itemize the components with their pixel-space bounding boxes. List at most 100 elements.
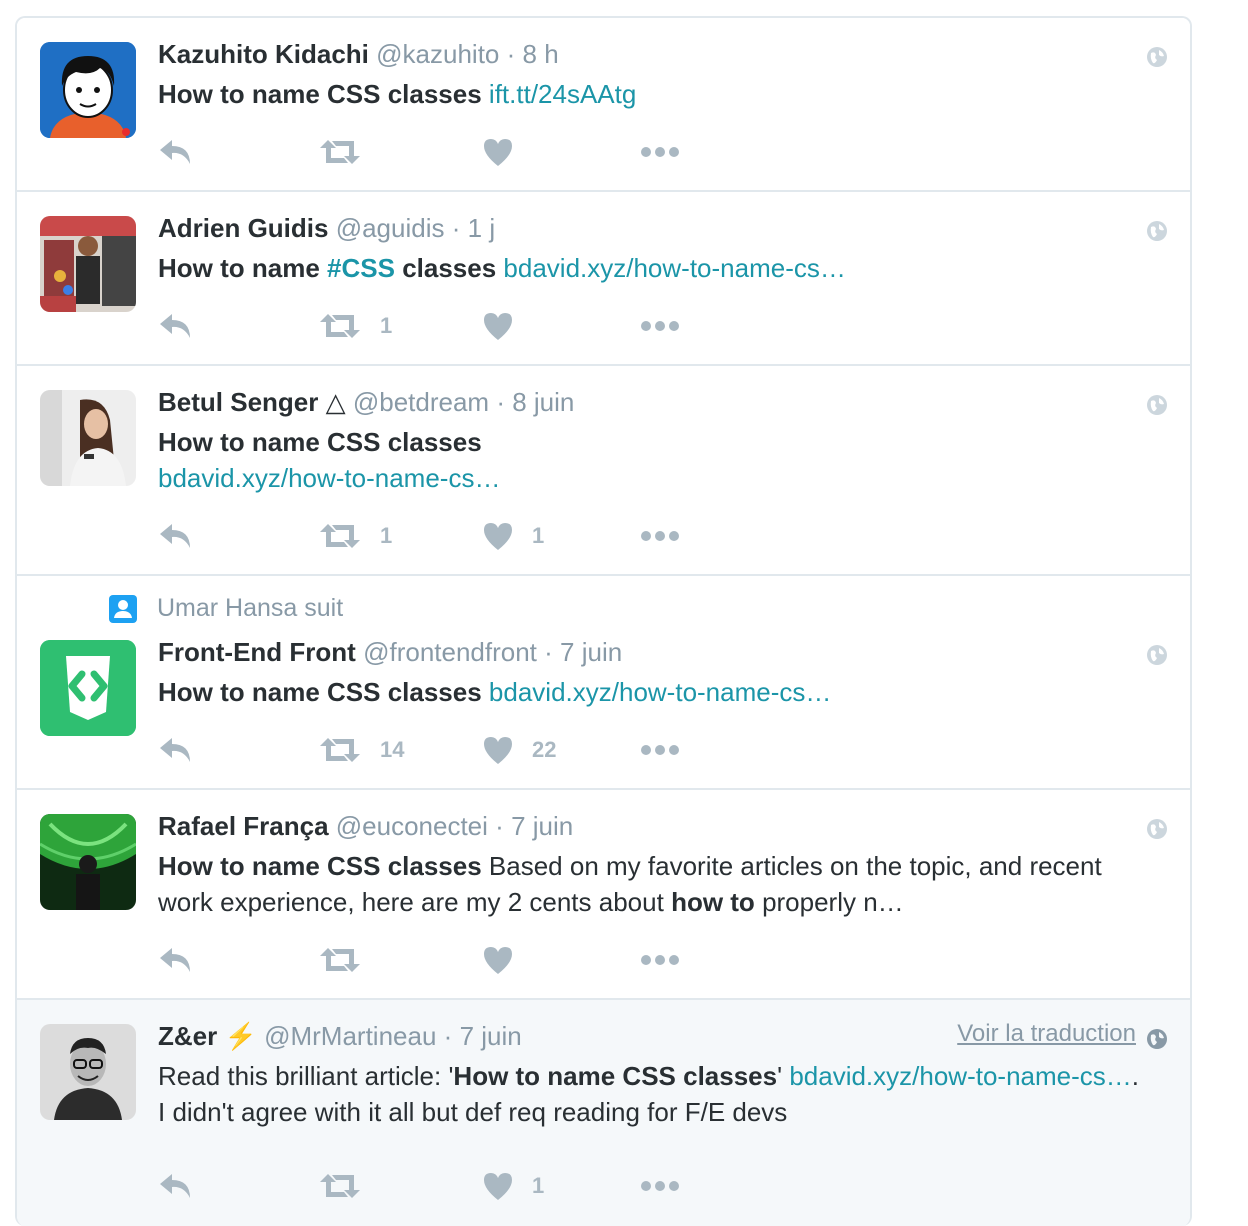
tweet-link[interactable]: bdavid.xyz/how-to-name-cs… xyxy=(503,253,845,283)
reply-icon xyxy=(160,314,190,338)
more-icon xyxy=(641,147,679,157)
like-count: 22 xyxy=(532,737,557,762)
heart-icon xyxy=(484,313,512,340)
tweet-text: How to name #CSS classes bdavid.xyz/how-… xyxy=(158,250,1148,286)
avatar[interactable] xyxy=(40,814,136,910)
retweet-button[interactable]: 1 xyxy=(318,306,392,346)
globe-icon xyxy=(1147,221,1167,241)
more-icon xyxy=(641,531,679,541)
heart-icon xyxy=(484,947,512,974)
timeline: Kazuhito Kidachi @kazuhito · 8 h How to … xyxy=(15,16,1192,1226)
retweet-count: 14 xyxy=(380,737,405,762)
timestamp[interactable]: 8 h xyxy=(523,39,559,69)
avatar[interactable] xyxy=(40,216,136,312)
reply-button[interactable] xyxy=(158,730,194,770)
handle[interactable]: @frontendfront xyxy=(363,637,537,667)
tweet-link[interactable]: bdavid.xyz/how-to-name-cs… xyxy=(158,463,500,493)
display-name[interactable]: Kazuhito Kidachi xyxy=(158,39,369,69)
retweet-button[interactable] xyxy=(318,1166,362,1206)
tweet-text-bold: How to name CSS classes xyxy=(158,79,482,109)
tweet[interactable]: Adrien Guidis @aguidis · 1 j How to name… xyxy=(17,192,1190,366)
retweet-icon xyxy=(320,948,360,972)
more-icon xyxy=(641,955,679,965)
more-button[interactable] xyxy=(640,730,680,770)
timestamp[interactable]: 7 juin xyxy=(511,811,573,841)
translate-link[interactable]: Voir la traduction xyxy=(957,1020,1136,1048)
tweet-text-bold: How to name CSS classes xyxy=(158,851,482,881)
avatar[interactable] xyxy=(40,390,136,486)
tweet[interactable]: Kazuhito Kidachi @kazuhito · 8 h How to … xyxy=(17,18,1190,192)
handle[interactable]: @aguidis xyxy=(336,213,445,243)
handle[interactable]: @MrMartineau xyxy=(264,1021,436,1051)
timestamp[interactable]: 7 juin xyxy=(560,637,622,667)
more-icon xyxy=(641,1181,679,1191)
tweet-text-bold: How to name CSS classes xyxy=(453,1061,778,1091)
handle[interactable]: @euconectei xyxy=(336,811,488,841)
tweet-text: How to name CSS classes ift.tt/24sAAtg xyxy=(158,76,1148,112)
more-button[interactable] xyxy=(640,132,680,172)
tweet[interactable]: Betul Senger △ @betdream · 8 juin How to… xyxy=(17,366,1190,576)
heart-icon xyxy=(484,139,512,166)
handle[interactable]: @betdream xyxy=(353,387,489,417)
tweet-link[interactable]: bdavid.xyz/how-to-name-cs… xyxy=(489,677,831,707)
timestamp[interactable]: 8 juin xyxy=(512,387,574,417)
retweet-icon xyxy=(320,524,360,548)
display-name[interactable]: Adrien Guidis xyxy=(158,213,328,243)
timestamp[interactable]: 7 juin xyxy=(460,1021,522,1051)
tweet-text-bold: How to name xyxy=(158,253,320,283)
handle[interactable]: @kazuhito xyxy=(376,39,499,69)
tweet-link[interactable]: ift.tt/24sAAtg xyxy=(489,79,636,109)
reply-button[interactable] xyxy=(158,132,194,172)
like-button[interactable]: 1 xyxy=(482,1166,544,1206)
display-name[interactable]: Z&er xyxy=(158,1021,217,1051)
display-name[interactable]: Rafael França xyxy=(158,811,329,841)
tweet-text-bold: How to name CSS classes xyxy=(158,427,482,457)
separator: · xyxy=(544,637,553,667)
retweet-button[interactable]: 1 xyxy=(318,516,392,556)
more-button[interactable] xyxy=(640,306,680,346)
display-name[interactable]: Betul Senger xyxy=(158,387,318,417)
like-button[interactable] xyxy=(482,132,514,172)
retweet-icon xyxy=(320,140,360,164)
social-context-text[interactable]: Umar Hansa suit xyxy=(157,594,343,623)
more-button[interactable] xyxy=(640,940,680,980)
like-button[interactable] xyxy=(482,940,514,980)
separator: · xyxy=(443,1021,453,1051)
more-button[interactable] xyxy=(640,516,680,556)
tweet[interactable]: Z&er ⚡ @MrMartineau · 7 juin Voir la tra… xyxy=(17,1000,1190,1226)
like-button[interactable]: 1 xyxy=(482,516,544,556)
reply-icon xyxy=(160,948,190,972)
reply-button[interactable] xyxy=(158,516,194,556)
more-button[interactable] xyxy=(640,1166,680,1206)
tweet-link[interactable]: bdavid.xyz/how-to-name-cs… xyxy=(789,1061,1131,1091)
retweet-button[interactable] xyxy=(318,132,362,172)
separator: · xyxy=(495,811,504,841)
reply-icon xyxy=(160,140,190,164)
display-name[interactable]: Front-End Front xyxy=(158,637,356,667)
reply-button[interactable] xyxy=(158,306,194,346)
name-symbol: △ xyxy=(325,387,346,417)
like-button[interactable]: 22 xyxy=(482,730,556,770)
tweet-actions: 14 22 xyxy=(158,730,718,770)
globe-icon xyxy=(1147,395,1167,415)
tweet-actions xyxy=(158,132,718,172)
like-button[interactable] xyxy=(482,306,514,346)
retweet-button[interactable]: 14 xyxy=(318,730,404,770)
avatar[interactable] xyxy=(40,640,136,736)
reply-icon xyxy=(160,524,190,548)
tweet-text-body: ' xyxy=(777,1061,783,1091)
reply-button[interactable] xyxy=(158,940,194,980)
timestamp[interactable]: 1 j xyxy=(468,213,495,243)
tweet-actions: 1 xyxy=(158,1166,718,1206)
like-count: 1 xyxy=(532,1173,545,1198)
retweet-button[interactable] xyxy=(318,940,362,980)
retweet-count: 1 xyxy=(380,313,393,338)
avatar[interactable] xyxy=(40,42,136,138)
tweet[interactable]: Umar Hansa suit Front-End Front @fronten… xyxy=(17,576,1190,790)
tweet[interactable]: Rafael França @euconectei · 7 juin How t… xyxy=(17,790,1190,1000)
hashtag-link[interactable]: #CSS xyxy=(327,253,395,283)
avatar[interactable] xyxy=(40,1024,136,1120)
reply-icon xyxy=(160,1174,190,1198)
reply-button[interactable] xyxy=(158,1166,194,1206)
lightning-emoji-icon: ⚡ xyxy=(224,1021,257,1051)
